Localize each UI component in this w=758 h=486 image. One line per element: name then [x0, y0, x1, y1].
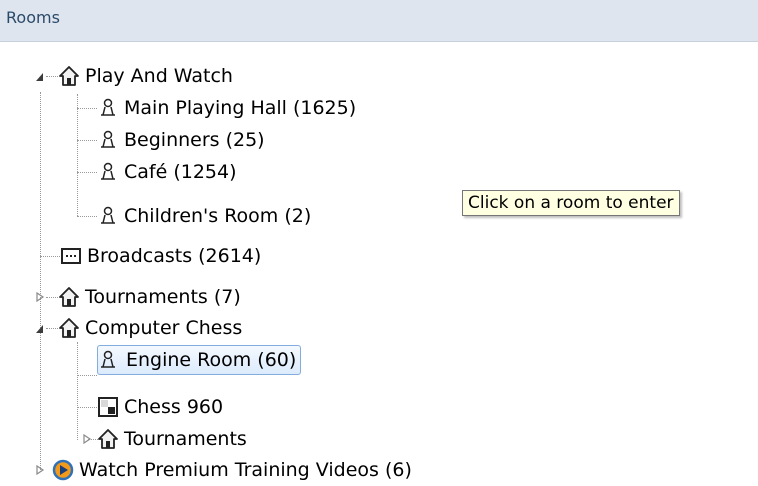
tree-line [77, 94, 78, 216]
tree-line [77, 342, 78, 440]
node-label: Café (1254) [124, 161, 237, 183]
node-label: Chess 960 [124, 396, 224, 418]
node-label: Beginners (25) [124, 129, 265, 151]
rooms-header: Rooms [0, 0, 758, 42]
panel-title: Rooms [6, 8, 60, 27]
tree-line [77, 216, 97, 217]
play-video-icon [52, 459, 74, 481]
expand-arrow-icon[interactable] [82, 434, 92, 444]
pawn-icon [97, 349, 119, 371]
tooltip: Click on a room to enter [462, 190, 680, 216]
tree-node-beginners[interactable]: Beginners (25) [97, 124, 270, 156]
home-icon [58, 65, 80, 87]
tree-line [46, 76, 58, 77]
tree-node-engine-room[interactable]: Engine Room (60) [97, 344, 302, 376]
expand-arrow-icon[interactable] [35, 292, 45, 302]
tree-line [46, 297, 58, 298]
collapse-arrow-icon[interactable] [35, 324, 45, 334]
tree-node-tournaments[interactable]: Tournaments (7) [58, 281, 246, 313]
tree-node-computer-chess[interactable]: Computer Chess [58, 312, 247, 344]
node-label: Computer Chess [85, 317, 243, 339]
tree-line [77, 172, 97, 173]
home-icon [58, 286, 80, 308]
pawn-icon [97, 161, 119, 183]
node-label: Main Playing Hall (1625) [124, 97, 357, 119]
tree-node-play-and-watch[interactable]: Play And Watch [58, 60, 238, 92]
node-label: Tournaments (7) [85, 286, 241, 308]
tree-line [77, 375, 97, 376]
node-label: Engine Room (60) [97, 345, 302, 375]
tree-node-chess-960[interactable]: Chess 960 [97, 391, 228, 423]
tree-node-premium-videos[interactable]: Watch Premium Training Videos (6) [52, 454, 417, 486]
pawn-icon [97, 129, 119, 151]
tree-node-cc-tournaments[interactable]: Tournaments [97, 423, 252, 455]
pawn-icon [97, 97, 119, 119]
collapse-arrow-icon[interactable] [35, 72, 45, 82]
tree-line [77, 108, 97, 109]
node-label: Play And Watch [85, 65, 233, 87]
expand-arrow-icon[interactable] [35, 465, 45, 475]
broadcast-icon [60, 245, 82, 267]
home-icon [97, 428, 119, 450]
board-icon [97, 396, 119, 418]
node-label: Children's Room (2) [124, 205, 312, 227]
tree-node-main-playing-hall[interactable]: Main Playing Hall (1625) [97, 92, 361, 124]
node-label: Broadcasts (2614) [87, 245, 262, 267]
pawn-icon [97, 205, 119, 227]
tree-node-cafe[interactable]: Café (1254) [97, 156, 242, 188]
node-label: Watch Premium Training Videos (6) [79, 459, 412, 481]
node-label: Tournaments [124, 428, 247, 450]
tree-line [40, 92, 41, 472]
home-icon [58, 317, 80, 339]
tree-line [40, 256, 60, 257]
tree-line [77, 407, 97, 408]
tree-node-broadcasts[interactable]: Broadcasts (2614) [60, 240, 266, 272]
tree-line [77, 140, 97, 141]
rooms-tree[interactable]: Play And Watch Main Playing Hall (1625) … [0, 42, 758, 482]
tree-node-childrens-room[interactable]: Children's Room (2) [97, 200, 316, 232]
tree-line [46, 328, 58, 329]
